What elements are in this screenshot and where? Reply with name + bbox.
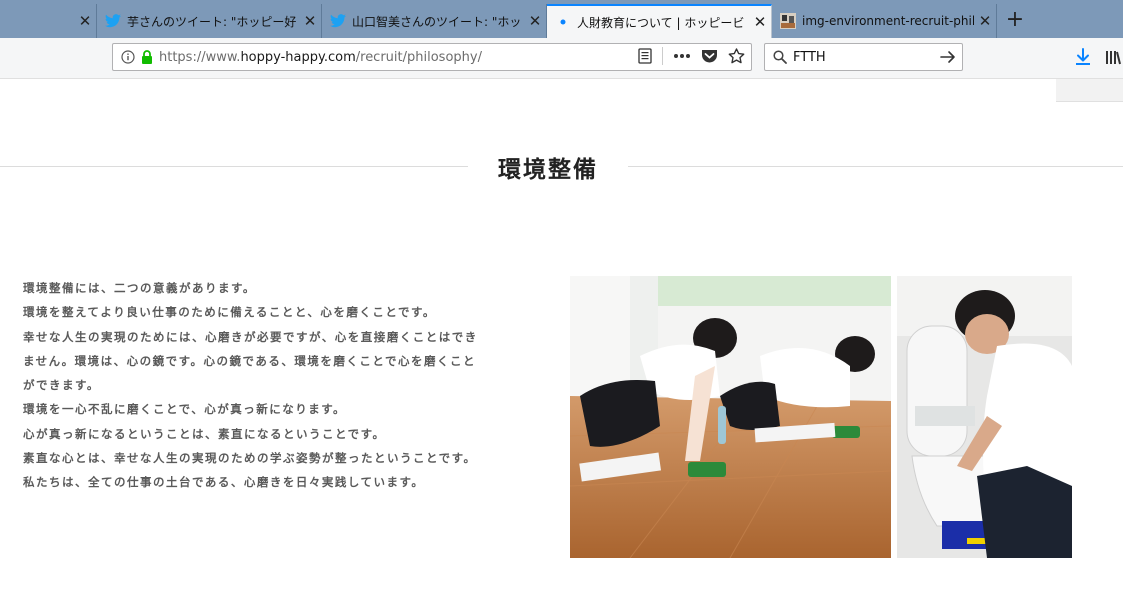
- lock-icon[interactable]: [141, 50, 153, 64]
- pocket-icon[interactable]: [701, 48, 718, 64]
- tab-previous[interactable]: ✕: [0, 4, 97, 38]
- paragraph-line: 素直な心とは、幸せな人生の実現のための学ぶ姿勢が整ったということです。: [23, 451, 477, 466]
- paragraph-line: ができます。: [23, 378, 100, 393]
- close-icon[interactable]: ✕: [749, 13, 771, 31]
- search-bar[interactable]: FTTH: [764, 43, 963, 71]
- paragraph-line: ません。環境は、心の鏡です。心の鏡である、環境を磨くことで心を磨くこと: [23, 353, 477, 368]
- tab-title: 人財教育について | ホッピービ: [577, 15, 745, 30]
- twitter-bird-icon: [103, 14, 123, 28]
- title-rule-right: [628, 166, 1123, 167]
- section-title: 環境整備: [470, 150, 626, 184]
- tab-tweet-2[interactable]: 山口智美さんのツイート: "ホッ ✕: [322, 4, 547, 38]
- photo-toilet-cleaning: [897, 276, 1072, 558]
- close-icon[interactable]: ✕: [299, 12, 321, 30]
- url-text: https://www.hoppy-happy.com/recruit/phil…: [159, 49, 482, 65]
- tab-tweet-1[interactable]: 芋さんのツイート: "ホッピー好 ✕: [97, 4, 322, 38]
- go-arrow-icon[interactable]: [940, 50, 956, 64]
- close-icon[interactable]: ✕: [974, 12, 996, 30]
- download-icon[interactable]: [1075, 48, 1091, 66]
- new-tab-button[interactable]: +: [1002, 8, 1028, 34]
- photo-floor-cleaning: [570, 276, 891, 558]
- page-actions-icon[interactable]: [673, 53, 691, 59]
- paragraph-line: 環境整備には、二つの意義があります。: [23, 281, 256, 295]
- close-icon[interactable]: ✕: [74, 12, 96, 30]
- separator: [662, 47, 663, 65]
- tab-image[interactable]: img-environment-recruit-philo ✕: [772, 4, 997, 38]
- philosophy-paragraph: 環境整備には、二つの意義があります。 環境を整えてより良い仕事のために備えること…: [23, 276, 523, 495]
- paragraph-line: 環境を一心不乱に磨くことで、心が真っ新になります。: [23, 402, 347, 417]
- tab-strip: ✕ 芋さんのツイート: "ホッピー好 ✕ 山口智美さんのツイート: "ホッ ✕ …: [0, 0, 1123, 38]
- reader-view-icon[interactable]: [638, 48, 652, 64]
- twitter-bird-icon: [328, 14, 348, 28]
- info-icon[interactable]: [121, 50, 135, 64]
- loading-dot-icon: [553, 18, 573, 26]
- paragraph-line: 環境を整えてより良い仕事のために備えることと、心を磨くことです。: [23, 305, 436, 320]
- tab-title: 山口智美さんのツイート: "ホッ: [352, 14, 522, 29]
- page-header-edge: [1056, 79, 1123, 102]
- tab-title: 芋さんのツイート: "ホッピー好: [127, 14, 297, 29]
- paragraph-line: 心が真っ新になるということは、素直になるということです。: [23, 426, 386, 441]
- image-thumbnail-icon: [778, 13, 798, 29]
- close-icon[interactable]: ✕: [524, 12, 546, 30]
- url-bar[interactable]: https://www.hoppy-happy.com/recruit/phil…: [112, 43, 752, 71]
- tab-title: img-environment-recruit-philo: [802, 14, 974, 28]
- navigation-toolbar: https://www.hoppy-happy.com/recruit/phil…: [0, 38, 1123, 79]
- search-icon: [773, 50, 787, 64]
- bookmark-star-icon[interactable]: [728, 48, 745, 64]
- library-icon[interactable]: [1105, 49, 1121, 65]
- tab-recruit-philosophy[interactable]: 人財教育について | ホッピービ ✕: [547, 4, 772, 38]
- paragraph-line: 私たちは、全ての仕事の土台である、心磨きを日々実践しています。: [23, 475, 425, 490]
- search-input[interactable]: FTTH: [793, 50, 940, 65]
- paragraph-line: 幸せな人生の実現のためには、心磨きが必要ですが、心を直接磨くことはでき: [23, 329, 478, 344]
- title-rule-left: [0, 166, 468, 167]
